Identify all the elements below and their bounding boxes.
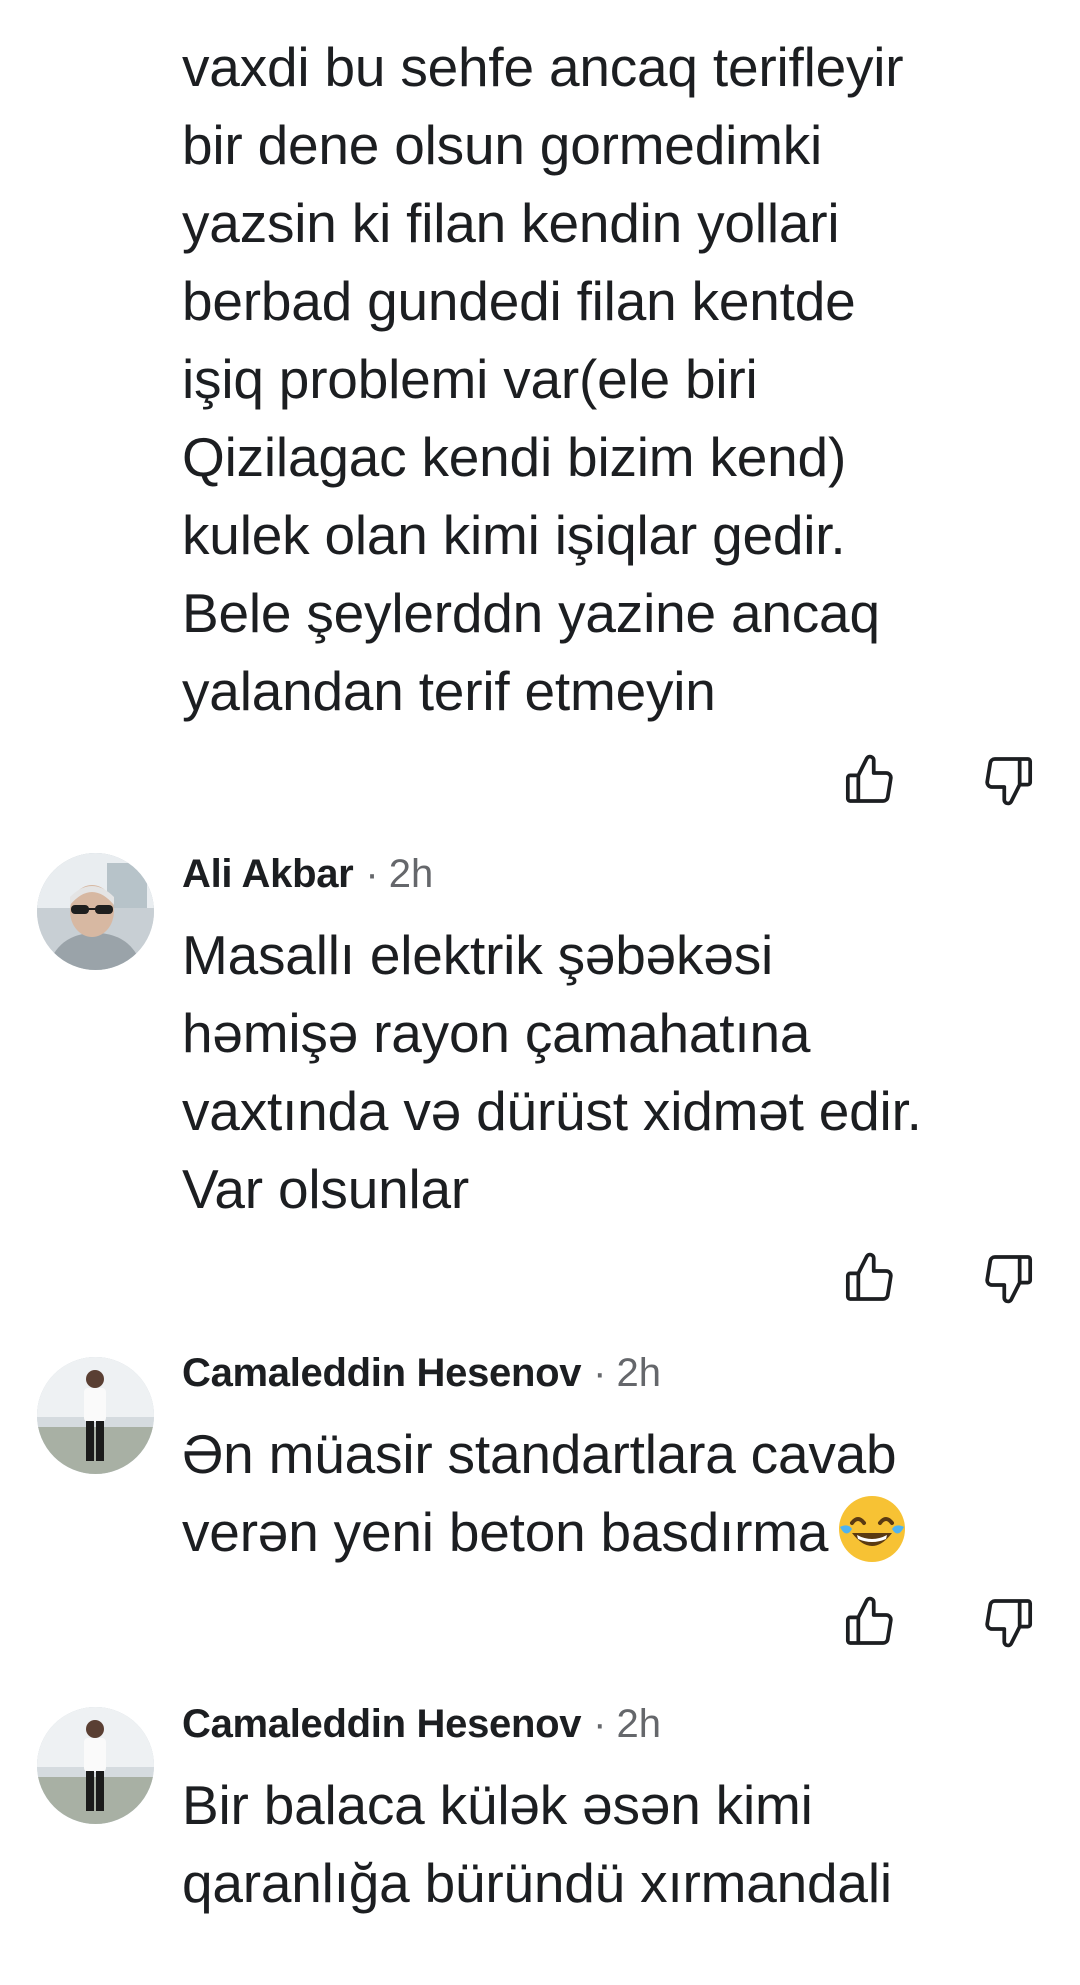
like-button[interactable] xyxy=(842,1250,898,1306)
dislike-button[interactable] xyxy=(980,1250,1036,1306)
dislike-button[interactable] xyxy=(980,752,1036,808)
author-name[interactable]: Ali Akbar xyxy=(182,852,354,897)
thumbs-up-outline-icon xyxy=(845,1596,893,1645)
timestamp[interactable]: 2h xyxy=(617,1351,662,1396)
comment-header: Camaleddin Hesenov · 2h xyxy=(182,1699,661,1749)
comment-text: Ən müasir standartlara cavab verən yeni … xyxy=(182,1415,1052,1571)
timestamp[interactable]: 2h xyxy=(389,852,434,897)
author-name[interactable]: Camaleddin Hesenov xyxy=(182,1351,581,1396)
avatar-photo-icon xyxy=(37,853,154,970)
author-name[interactable]: Camaleddin Hesenov xyxy=(182,1702,581,1747)
like-button[interactable] xyxy=(842,1594,898,1650)
comment-text: vaxdi bu sehfe ancaq terifleyir bir dene… xyxy=(182,36,904,722)
avatar[interactable] xyxy=(37,1357,154,1474)
like-button[interactable] xyxy=(842,752,898,808)
dislike-button[interactable] xyxy=(980,1594,1036,1650)
comment-text: Masallı elektrik şəbəkəsi həmişə rayon ç… xyxy=(182,924,922,1220)
thumbs-up-outline-icon xyxy=(845,1252,893,1301)
thumbs-up-outline-icon xyxy=(845,754,893,803)
thumbs-down-outline-icon xyxy=(985,757,1033,806)
face-with-tears-of-joy-icon xyxy=(836,1493,908,1565)
meta-separator: · xyxy=(593,1701,607,1746)
avatar[interactable] xyxy=(37,1707,154,1824)
comment-text: Bir balaca külək əsən kimi qaranlığa bür… xyxy=(182,1774,892,1914)
avatar[interactable] xyxy=(37,853,154,970)
thumbs-down-outline-icon xyxy=(985,1599,1033,1648)
timestamp[interactable]: 2h xyxy=(617,1702,662,1747)
thumbs-down-outline-icon xyxy=(985,1255,1033,1304)
comment-text-content: Ən müasir standartlara cavab verən yeni … xyxy=(182,1423,897,1563)
avatar-photo-icon xyxy=(37,1707,154,1824)
comment-header: Camaleddin Hesenov · 2h xyxy=(182,1348,661,1398)
meta-separator: · xyxy=(593,1350,607,1395)
meta-separator: · xyxy=(365,851,379,896)
comment-header: Ali Akbar · 2h xyxy=(182,849,433,899)
avatar-photo-icon xyxy=(37,1357,154,1474)
